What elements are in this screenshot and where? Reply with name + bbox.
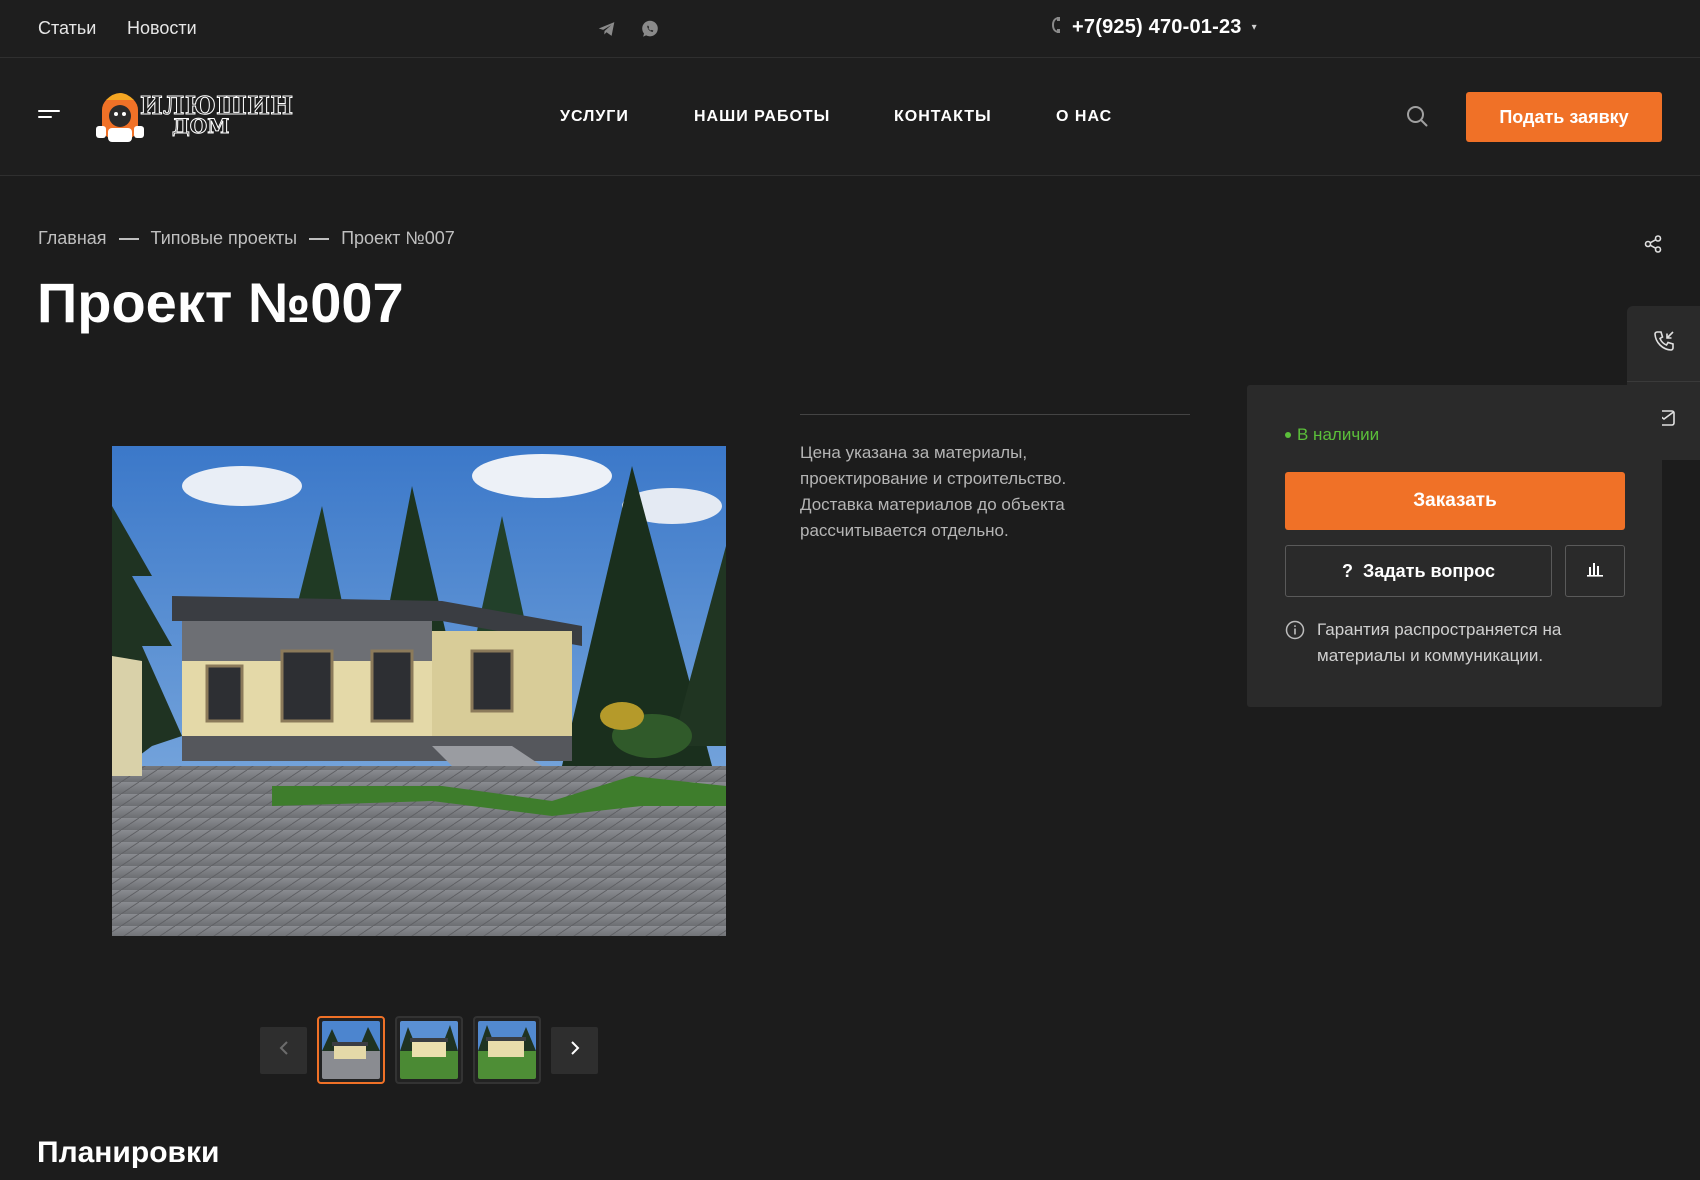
order-card: В наличии Заказать ? Задать вопрос Гаран… bbox=[1247, 385, 1662, 707]
order-button[interactable]: Заказать bbox=[1285, 472, 1625, 530]
phone-number[interactable]: +7(925) 470-01-23 bbox=[1072, 16, 1242, 39]
breadcrumb-typical-projects[interactable]: Типовые проекты bbox=[151, 228, 298, 249]
gallery-thumbnail[interactable] bbox=[395, 1016, 463, 1084]
house-render-image bbox=[112, 446, 726, 936]
breadcrumb-separator bbox=[309, 237, 330, 240]
breadcrumb: Главная Типовые проекты Проект №007 bbox=[38, 228, 455, 249]
main-header: ИЛЮШИН ДОМ УСЛУГИ НАШИ РАБОТЫ КОНТАКТЫ О… bbox=[0, 58, 1700, 176]
price-description: Цена указана за материалы, проектировани… bbox=[800, 443, 1067, 540]
ask-question-label: Задать вопрос bbox=[1362, 560, 1496, 581]
section-title-layouts: Планировки bbox=[37, 1136, 220, 1169]
bar-chart-icon bbox=[1586, 561, 1604, 582]
menu-icon[interactable] bbox=[38, 110, 60, 124]
breadcrumb-current: Проект №007 bbox=[341, 228, 455, 248]
chevron-down-icon[interactable]: ▾ bbox=[1252, 22, 1257, 33]
nav-services[interactable]: УСЛУГИ bbox=[560, 108, 629, 126]
phone-dropdown[interactable]: +7(925) 470-01-23 ▾ bbox=[1050, 16, 1257, 39]
stock-status-label: В наличии bbox=[1297, 425, 1380, 444]
submit-request-button[interactable]: Подать заявку bbox=[1466, 92, 1662, 142]
phone-icon bbox=[1050, 16, 1062, 39]
stock-status: В наличии bbox=[1285, 425, 1379, 445]
telegram-icon[interactable] bbox=[596, 18, 618, 40]
compare-button[interactable] bbox=[1565, 545, 1625, 597]
project-main-image[interactable] bbox=[112, 446, 726, 936]
nav-contacts[interactable]: КОНТАКТЫ bbox=[894, 108, 992, 126]
nav-our-works[interactable]: НАШИ РАБОТЫ bbox=[694, 108, 830, 126]
gallery-next-button[interactable] bbox=[551, 1026, 598, 1074]
whatsapp-icon[interactable] bbox=[639, 18, 661, 40]
share-icon[interactable] bbox=[1643, 234, 1663, 254]
gallery-thumbnail[interactable] bbox=[317, 1016, 385, 1084]
chevron-right-icon bbox=[569, 1040, 581, 1061]
guarantee-note: Гарантия распространяется на материалы и… bbox=[1285, 617, 1625, 669]
gallery-prev-button[interactable] bbox=[260, 1026, 307, 1074]
topbar-link-news[interactable]: Новости bbox=[127, 18, 197, 39]
breadcrumb-separator bbox=[118, 237, 139, 240]
breadcrumb-home[interactable]: Главная bbox=[38, 228, 107, 249]
chevron-left-icon bbox=[278, 1040, 290, 1061]
divider bbox=[800, 414, 1190, 415]
callback-button[interactable] bbox=[1627, 306, 1700, 382]
search-icon[interactable] bbox=[1405, 104, 1429, 128]
ask-question-button[interactable]: ? Задать вопрос bbox=[1285, 545, 1552, 597]
status-dot-icon bbox=[1285, 432, 1291, 438]
logo-text-line2: ДОМ bbox=[171, 114, 230, 139]
nav-about[interactable]: О НАС bbox=[1056, 108, 1112, 126]
question-icon: ? bbox=[1341, 560, 1353, 581]
topbar-link-articles[interactable]: Статьи bbox=[38, 18, 96, 39]
gallery-thumbnails bbox=[260, 1016, 598, 1084]
gallery-thumbnail[interactable] bbox=[473, 1016, 541, 1084]
phone-callback-icon bbox=[1651, 328, 1677, 359]
page-title: Проект №007 bbox=[37, 271, 404, 334]
guarantee-text: Гарантия распространяется на материалы и… bbox=[1317, 620, 1562, 665]
info-icon bbox=[1285, 620, 1305, 669]
top-bar: Статьи Новости +7(925) 470-01-23 ▾ bbox=[0, 0, 1700, 58]
